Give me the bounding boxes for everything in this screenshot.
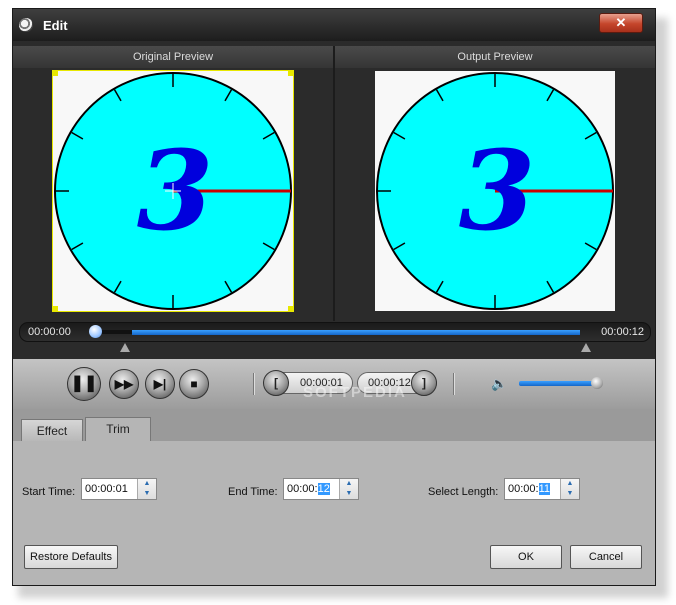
ok-button[interactable]: OK [490, 545, 562, 569]
select-length-selected: 11 [538, 483, 551, 495]
tab-trim[interactable]: Trim [85, 417, 151, 441]
original-preview-header: Original Preview [13, 46, 333, 68]
start-time-value: 00:00:01 [85, 483, 128, 495]
end-time-prefix: 00:00: [287, 483, 318, 495]
down-arrow-icon[interactable]: ▼ [561, 489, 579, 499]
divider [253, 373, 255, 395]
set-start-button[interactable]: [ [263, 370, 289, 396]
trim-panel: Start Time: 00:00:01 ▲ ▼ End Time: 00:00:… [13, 441, 655, 585]
output-preview-frame: 3 [375, 71, 615, 311]
tab-effect[interactable]: Effect [21, 419, 83, 441]
volume-icon[interactable]: 🔈 [491, 376, 507, 392]
select-length-prefix: 00:00: [508, 483, 539, 495]
tab-bar: Effect Trim [13, 409, 655, 441]
app-icon [19, 18, 33, 32]
end-time-spinner[interactable]: 00:00:12 ▲ ▼ [283, 478, 359, 500]
up-arrow-icon[interactable]: ▲ [561, 479, 579, 489]
start-time-arrows[interactable]: ▲ ▼ [137, 479, 156, 499]
preview-divider [333, 46, 335, 321]
end-time-arrows[interactable]: ▲ ▼ [339, 479, 358, 499]
edit-dialog: Edit ✕ Original Preview Output Preview 3 [12, 8, 656, 586]
fast-forward-button[interactable]: ▶▶ [109, 369, 139, 399]
output-preview-header: Output Preview [335, 46, 655, 68]
output-clock: 3 [376, 72, 614, 310]
trim-start-marker[interactable] [120, 343, 130, 352]
volume-slider[interactable] [519, 381, 599, 386]
divider [453, 373, 455, 395]
watermark: SOFTPEDIA [303, 384, 407, 401]
pause-button[interactable]: ❚❚ [67, 367, 101, 401]
end-time-label: End Time: [228, 486, 278, 498]
select-length-arrows[interactable]: ▲ ▼ [560, 479, 579, 499]
select-length-spinner[interactable]: 00:00:11 ▲ ▼ [504, 478, 580, 500]
set-end-button[interactable]: ] [411, 370, 437, 396]
crop-handle[interactable] [53, 71, 58, 76]
timeline-slider[interactable]: 00:00:00 00:00:12 [19, 322, 651, 342]
timeline-start-time: 00:00:00 [28, 326, 71, 338]
original-preview-frame[interactable]: 3 [52, 70, 294, 312]
crop-handle[interactable] [53, 306, 58, 311]
timeline-playhead[interactable] [89, 325, 102, 338]
stop-button[interactable]: ■ [179, 369, 209, 399]
countdown-digit: 3 [459, 126, 536, 255]
start-time-label: Start Time: [22, 486, 76, 498]
volume-knob[interactable] [591, 377, 603, 389]
start-time-spinner[interactable]: 00:00:01 ▲ ▼ [81, 478, 157, 500]
original-clock: 3 [53, 71, 293, 311]
up-arrow-icon[interactable]: ▲ [138, 479, 156, 489]
end-time-value: 00:00:12 [287, 483, 330, 495]
cancel-button[interactable]: Cancel [570, 545, 642, 569]
restore-defaults-button[interactable]: Restore Defaults [24, 545, 118, 569]
timeline-selection [132, 330, 580, 335]
timeline-end-time: 00:00:12 [601, 326, 644, 338]
window-title: Edit [43, 18, 68, 33]
select-length-value: 00:00:11 [508, 483, 551, 495]
up-arrow-icon[interactable]: ▲ [340, 479, 358, 489]
crop-handle[interactable] [288, 306, 293, 311]
preview-area: Original Preview Output Preview 3 3 00:0… [13, 41, 655, 359]
select-length-label: Select Length: [428, 486, 499, 498]
end-time-selected: 12 [317, 483, 330, 495]
down-arrow-icon[interactable]: ▼ [138, 489, 156, 499]
title-bar[interactable]: Edit ✕ [13, 9, 655, 41]
next-frame-button[interactable]: ▶| [145, 369, 175, 399]
crop-handle[interactable] [288, 71, 293, 76]
down-arrow-icon[interactable]: ▼ [340, 489, 358, 499]
close-button[interactable]: ✕ [599, 13, 643, 33]
trim-end-marker[interactable] [581, 343, 591, 352]
